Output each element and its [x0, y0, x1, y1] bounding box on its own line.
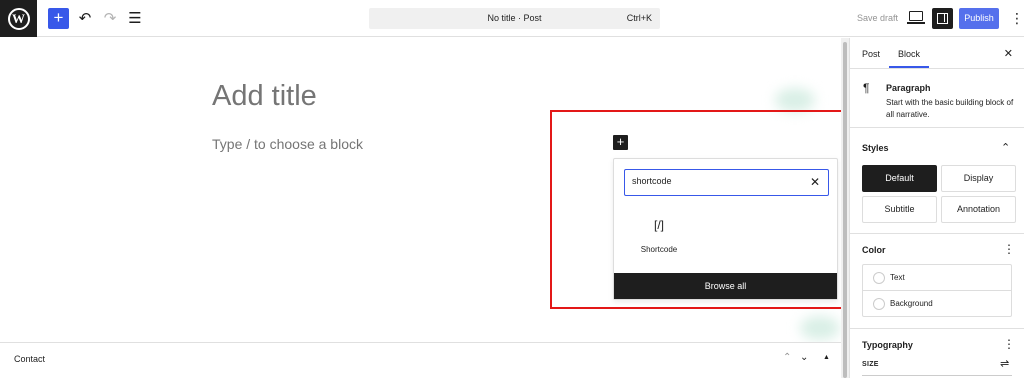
color-swatch	[873, 272, 885, 284]
color-swatch	[873, 298, 885, 310]
save-draft-button[interactable]: Save draft	[857, 13, 898, 23]
block-result-shortcode[interactable]: [/] Shortcode	[634, 214, 684, 259]
monitor-screen	[909, 11, 923, 21]
monitor-stand	[907, 22, 925, 24]
post-title-field[interactable]: Add title	[212, 80, 317, 113]
inserter-search-box: ✕	[624, 169, 829, 196]
meta-box-bar: Contact ⌃ ⌄ ▲	[0, 342, 841, 378]
document-title: No title · Post	[487, 13, 542, 23]
style-annotation-button[interactable]: Annotation	[941, 196, 1016, 223]
list-view-icon[interactable]: ☰	[126, 9, 144, 27]
block-result-label: Shortcode	[640, 245, 678, 254]
editor-canvas: Add title Type / to choose a block + ✕ […	[0, 38, 844, 342]
block-description: Start with the basic building block of a…	[886, 98, 1014, 119]
settings-sidebar: Post Block ✕ ¶ Paragraph Start with the …	[849, 38, 1024, 378]
decorative-blur	[775, 88, 815, 112]
add-block-button[interactable]: +	[48, 8, 69, 29]
wordpress-icon: W	[7, 7, 30, 30]
sidebar-tabs: Post Block ✕	[850, 38, 1024, 69]
sidebar-icon	[937, 13, 948, 24]
style-subtitle-button[interactable]: Subtitle	[862, 196, 937, 223]
font-size-label: SIZE	[862, 361, 879, 368]
style-default-button[interactable]: Default	[862, 165, 937, 192]
tab-block[interactable]: Block	[888, 49, 930, 68]
color-background-item[interactable]: Background	[863, 291, 1011, 317]
editor-scrollbar[interactable]	[841, 38, 849, 378]
collapse-icon[interactable]: ▲	[823, 352, 830, 364]
close-icon[interactable]: ✕	[1004, 47, 1013, 60]
move-down-icon[interactable]: ⌄	[800, 352, 808, 364]
options-menu-icon[interactable]: ⋮	[1010, 9, 1024, 27]
chevron-up-icon[interactable]: ⌃	[1001, 142, 1010, 154]
redo-icon[interactable]: ↷	[101, 9, 119, 27]
color-options-icon[interactable]: ⋮	[1003, 243, 1015, 255]
wordpress-logo-button[interactable]: W	[0, 0, 37, 37]
publish-button[interactable]: Publish	[959, 8, 999, 29]
typography-panel-title: Typography	[862, 340, 913, 350]
shortcode-icon: [/]	[653, 218, 664, 232]
color-background-label: Background	[890, 299, 933, 308]
color-text-label: Text	[890, 273, 905, 282]
block-card: ¶ Paragraph Start with the basic buildin…	[850, 69, 1024, 128]
block-appender[interactable]: Type / to choose a block	[212, 136, 363, 152]
settings-sidebar-toggle[interactable]	[932, 8, 953, 29]
editor-toolbar: W + ↶ ↷ ☰ No title · Post Ctrl+K Save dr…	[0, 0, 1024, 37]
color-text-item[interactable]: Text	[863, 265, 1011, 291]
command-palette-button[interactable]: No title · Post Ctrl+K	[369, 8, 660, 29]
block-name: Paragraph	[886, 83, 931, 93]
move-up-icon[interactable]: ⌃	[783, 352, 791, 364]
clear-search-icon[interactable]: ✕	[810, 175, 820, 189]
inline-add-block-button[interactable]: +	[613, 135, 628, 150]
color-settings-list: Text Background	[862, 264, 1012, 317]
panel-divider	[850, 233, 1024, 234]
color-panel-title: Color	[862, 245, 886, 255]
style-display-button[interactable]: Display	[941, 165, 1016, 192]
block-inserter-popover: ✕ [/] Shortcode Browse all	[613, 158, 838, 300]
typography-options-icon[interactable]: ⋮	[1003, 338, 1015, 350]
scrollbar-thumb[interactable]	[843, 42, 847, 378]
styles-panel-title[interactable]: Styles	[862, 143, 889, 153]
custom-size-icon[interactable]: ⇌	[1000, 358, 1009, 370]
paragraph-icon: ¶	[863, 81, 870, 95]
inserter-search-input[interactable]	[632, 176, 802, 186]
undo-icon[interactable]: ↶	[76, 9, 94, 27]
shortcut-hint: Ctrl+K	[626, 13, 652, 23]
tab-post[interactable]: Post	[862, 49, 880, 59]
browse-all-button[interactable]: Browse all	[614, 273, 837, 299]
decorative-blur	[800, 316, 840, 340]
panel-divider	[850, 328, 1024, 329]
meta-box-title[interactable]: Contact	[14, 354, 45, 364]
